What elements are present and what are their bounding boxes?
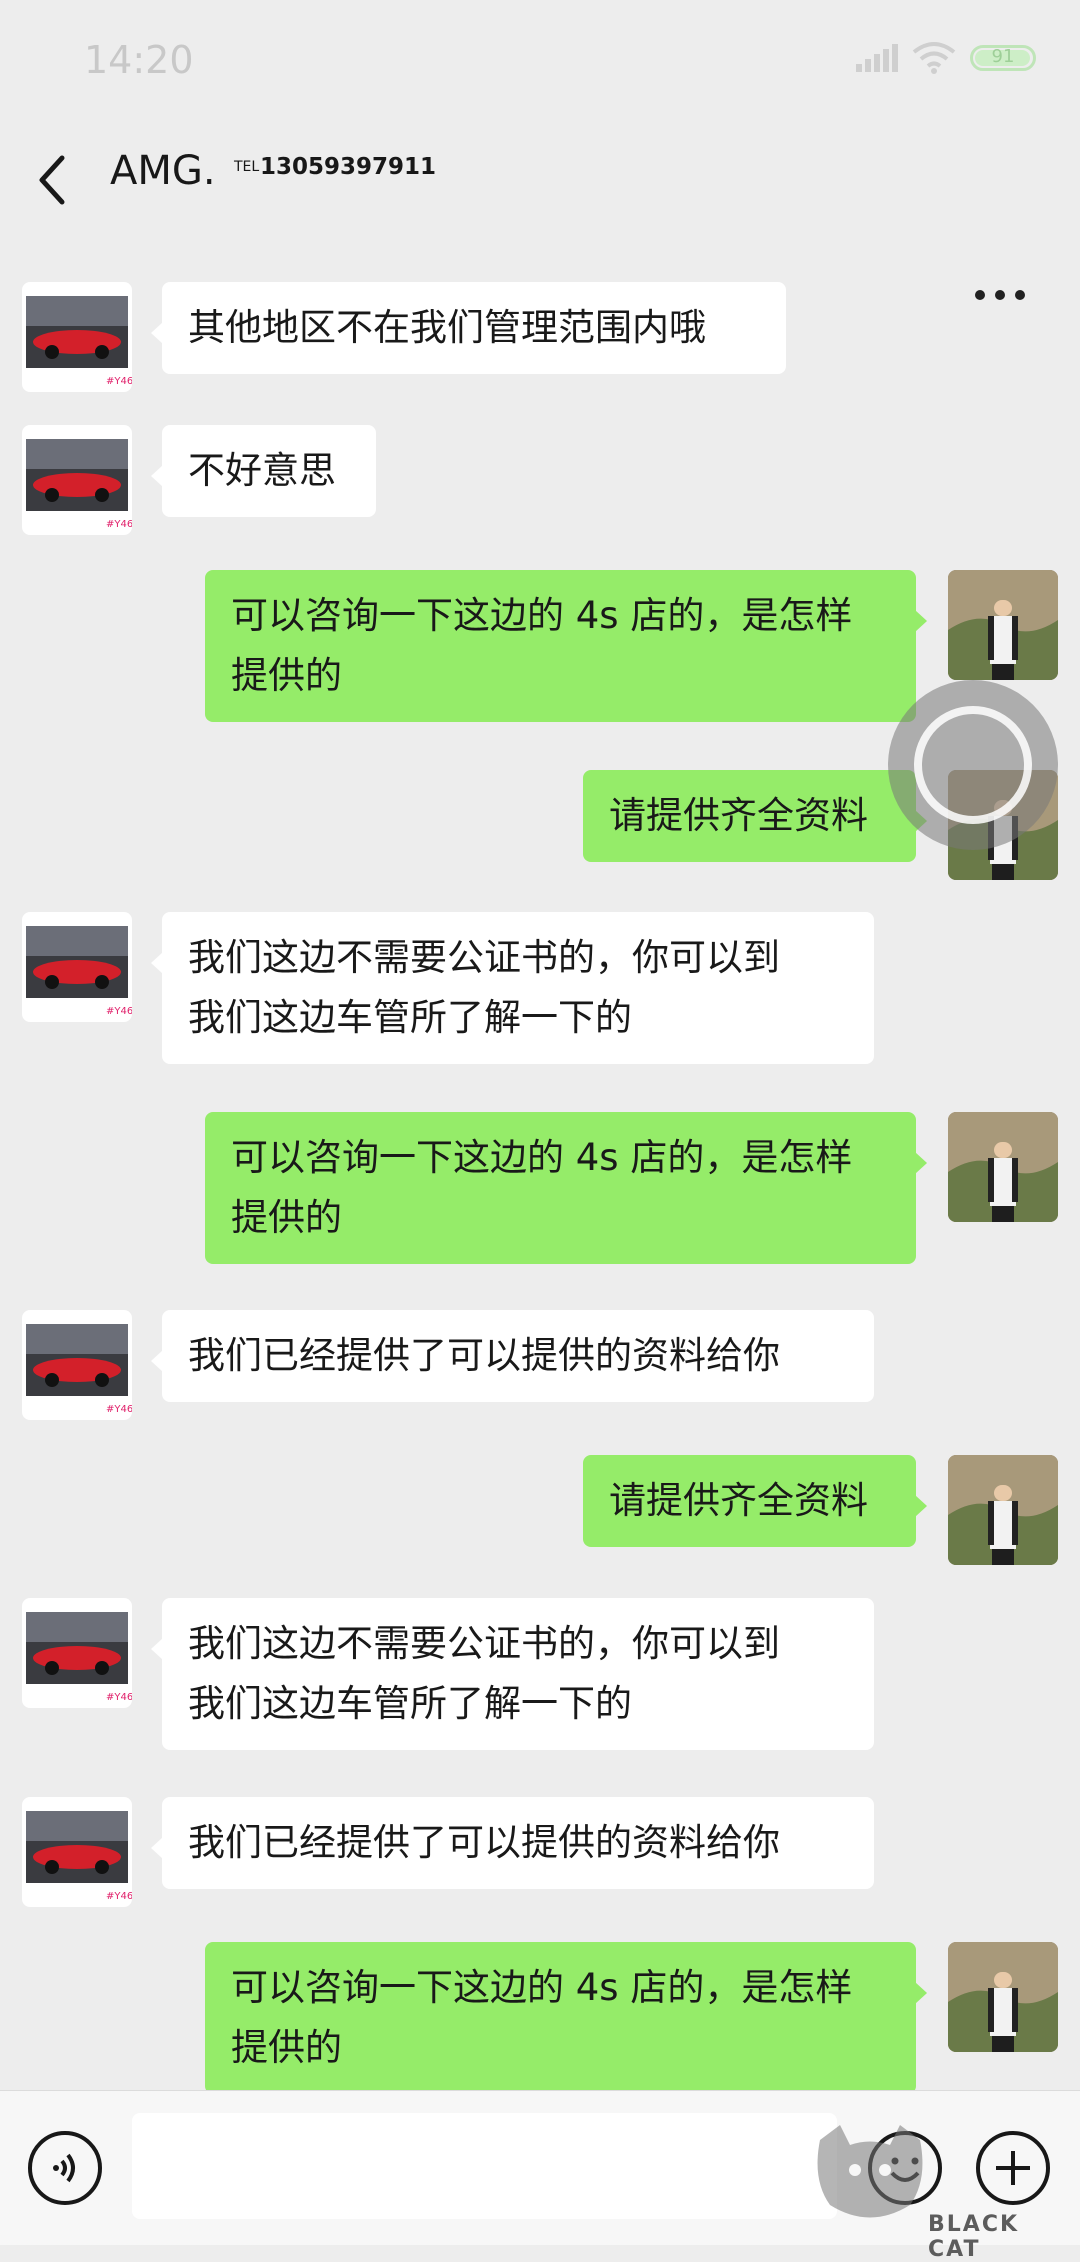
status-time: 14:20 xyxy=(84,38,194,82)
svg-text:#Y46: #Y46 xyxy=(106,1006,132,1017)
message-text: 我们已经提供了可以提供的资料给你 xyxy=(188,1334,780,1377)
svg-text:#Y46: #Y46 xyxy=(106,1891,132,1902)
message-text-line: 提供的 xyxy=(231,654,342,697)
message-text: 不好意思 xyxy=(188,449,336,492)
battery-level: 91 xyxy=(991,46,1015,67)
user-avatar[interactable] xyxy=(948,1112,1058,1222)
chevron-left-icon[interactable] xyxy=(30,150,74,210)
message-text: 请提供齐全资料 xyxy=(609,794,868,837)
tel-label: TEL xyxy=(234,159,260,175)
battery-icon: 91 xyxy=(970,45,1036,71)
message-text: 请提供齐全资料 xyxy=(609,1479,868,1522)
message-bubble-outgoing[interactable]: 可以咨询一下这边的 4s 店的，是怎样 提供的 xyxy=(205,1942,927,2094)
cat-logo-icon xyxy=(817,2125,923,2218)
message-input[interactable] xyxy=(132,2113,837,2219)
signal-icon xyxy=(856,44,898,72)
message-bubble-incoming[interactable]: 我们这边不需要公证书的，你可以到 我们这边车管所了解一下的 xyxy=(151,1598,874,1750)
message-text-line: 提供的 xyxy=(231,1196,342,1239)
message-text: 其他地区不在我们管理范围内哦 xyxy=(188,306,706,349)
more-dots-icon[interactable] xyxy=(975,290,1025,304)
message-bubble-outgoing[interactable]: 可以咨询一下这边的 4s 店的，是怎样 提供的 xyxy=(205,1112,927,1264)
message-bubble-incoming[interactable]: 我们已经提供了可以提供的资料给你 xyxy=(151,1310,874,1402)
user-avatar[interactable] xyxy=(948,1942,1058,2052)
voice-icon[interactable] xyxy=(28,2131,102,2205)
message-text-line: 提供的 xyxy=(231,2026,342,2069)
tel-number: 13059397911 xyxy=(260,154,437,180)
contact-avatar[interactable]: #Y46 xyxy=(22,1598,132,1708)
message-bubble-incoming[interactable]: 我们这边不需要公证书的，你可以到 我们这边车管所了解一下的 xyxy=(151,912,874,1064)
contact-avatar[interactable]: #Y46 xyxy=(22,282,132,392)
message-text-line: 我们这边不需要公证书的，你可以到 xyxy=(188,936,780,979)
svg-text:#Y46: #Y46 xyxy=(106,1404,132,1415)
message-text-line: 我们这边车管所了解一下的 xyxy=(188,996,632,1039)
message-bubble-outgoing[interactable]: 请提供齐全资料 xyxy=(583,770,927,862)
contact-name: AMG. xyxy=(110,148,216,194)
svg-text:#Y46: #Y46 xyxy=(106,519,132,530)
message-bubble-incoming[interactable]: 不好意思 xyxy=(151,425,376,517)
message-text-line: 可以咨询一下这边的 4s 店的，是怎样 xyxy=(231,1136,853,1179)
status-bar: 14:20 91 xyxy=(0,0,1080,120)
watermark-label: BLACK CAT xyxy=(928,2212,1020,2262)
contact-avatar[interactable]: #Y46 xyxy=(22,912,132,1022)
contact-avatar[interactable]: #Y46 xyxy=(22,1797,132,1907)
user-avatar[interactable] xyxy=(948,570,1058,680)
floating-assistive-button[interactable] xyxy=(888,680,1058,850)
svg-text:#Y46: #Y46 xyxy=(106,376,132,387)
message-bubble-incoming[interactable]: 其他地区不在我们管理范围内哦 xyxy=(151,282,786,374)
message-bubble-incoming[interactable]: 我们已经提供了可以提供的资料给你 xyxy=(151,1797,874,1889)
message-text-line: 可以咨询一下这边的 4s 店的，是怎样 xyxy=(231,1966,853,2009)
user-avatar[interactable] xyxy=(948,1455,1058,1565)
message-text-line: 可以咨询一下这边的 4s 店的，是怎样 xyxy=(231,594,853,637)
message-bubble-outgoing[interactable]: 可以咨询一下这边的 4s 店的，是怎样 提供的 xyxy=(205,570,927,722)
contact-avatar[interactable]: #Y46 xyxy=(22,1310,132,1420)
message-bubble-outgoing[interactable]: 请提供齐全资料 xyxy=(583,1455,927,1547)
svg-text:#Y46: #Y46 xyxy=(106,1692,132,1703)
message-text-line: 我们这边车管所了解一下的 xyxy=(188,1682,632,1725)
message-text: 我们已经提供了可以提供的资料给你 xyxy=(188,1821,780,1864)
message-text-line: 我们这边不需要公证书的，你可以到 xyxy=(188,1622,780,1665)
wifi-icon xyxy=(912,42,956,74)
contact-avatar[interactable]: #Y46 xyxy=(22,425,132,535)
black-cat-watermark: BLACK CAT xyxy=(810,2120,1080,2262)
